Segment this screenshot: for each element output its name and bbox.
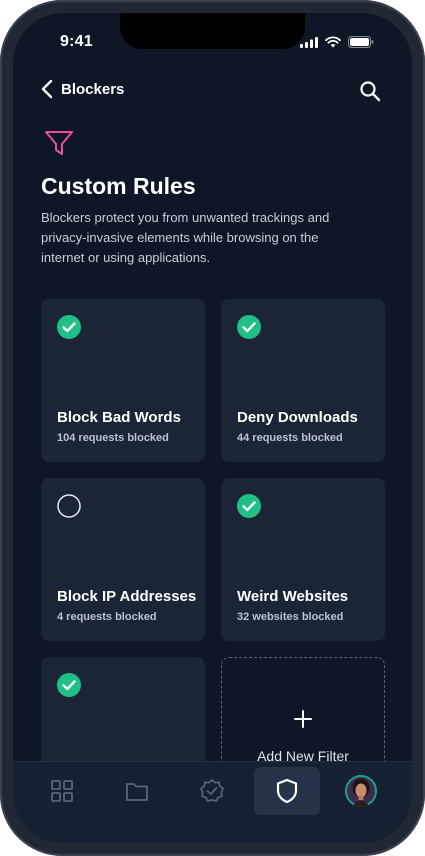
filter-name: Block IP Addresses bbox=[57, 588, 197, 605]
filter-card-block-ip-addresses[interactable]: Block IP Addresses 4 requests blocked bbox=[41, 478, 205, 641]
battery-icon bbox=[348, 36, 374, 48]
search-icon[interactable] bbox=[358, 79, 382, 103]
top-bar: Blockers bbox=[13, 79, 412, 107]
app-screen: 9:41 Blockers Custom Rules Blockers prot… bbox=[13, 13, 412, 843]
filter-card-deny-downloads[interactable]: Deny Downloads 44 requests blocked bbox=[221, 299, 385, 462]
folder-icon bbox=[126, 783, 148, 801]
status-icons bbox=[300, 36, 374, 48]
device-notch bbox=[120, 13, 305, 49]
filter-name: Deny Downloads bbox=[237, 409, 358, 426]
back-label: Blockers bbox=[61, 80, 125, 98]
check-circle-icon[interactable] bbox=[57, 315, 81, 339]
avatar[interactable] bbox=[345, 775, 377, 807]
page-title: Custom Rules bbox=[41, 173, 196, 199]
empty-circle-icon[interactable] bbox=[57, 494, 81, 518]
filter-detail: 4 requests blocked bbox=[57, 611, 157, 623]
filter-name: Weird Websites bbox=[237, 588, 349, 605]
phone-frame: 9:41 Blockers Custom Rules Blockers prot… bbox=[0, 0, 425, 856]
filter-card-weird-websites[interactable]: Weird Websites 32 websites blocked bbox=[221, 478, 385, 641]
back-button[interactable]: Blockers bbox=[41, 79, 124, 99]
tab-shield[interactable] bbox=[254, 767, 320, 815]
filter-detail: 32 websites blocked bbox=[237, 611, 344, 623]
badge-check-icon bbox=[200, 779, 224, 802]
status-time: 9:41 bbox=[60, 33, 93, 50]
check-circle-icon[interactable] bbox=[237, 315, 261, 339]
grid-icon bbox=[51, 780, 73, 802]
signal-icon bbox=[300, 36, 318, 48]
filter-icon bbox=[45, 131, 73, 155]
filter-card-block-bad-words[interactable]: Block Bad Words 104 requests blocked bbox=[41, 299, 205, 462]
check-circle-icon[interactable] bbox=[57, 673, 81, 697]
tab-folder[interactable] bbox=[104, 767, 170, 815]
wifi-icon bbox=[325, 36, 341, 48]
page-description: Blockers protect you from unwanted track… bbox=[41, 210, 330, 265]
avatar-image bbox=[345, 775, 377, 807]
filter-detail: 104 requests blocked bbox=[57, 432, 169, 444]
tab-verified[interactable] bbox=[179, 767, 245, 815]
shield-icon bbox=[276, 778, 298, 804]
bottom-tab-bar bbox=[13, 761, 412, 843]
filter-name: Block Bad Words bbox=[57, 409, 181, 426]
tab-grid[interactable] bbox=[29, 767, 95, 815]
filter-detail: 44 requests blocked bbox=[237, 432, 343, 444]
check-circle-icon[interactable] bbox=[237, 494, 261, 518]
chevron-left-icon bbox=[41, 79, 53, 99]
plus-icon bbox=[294, 710, 312, 728]
